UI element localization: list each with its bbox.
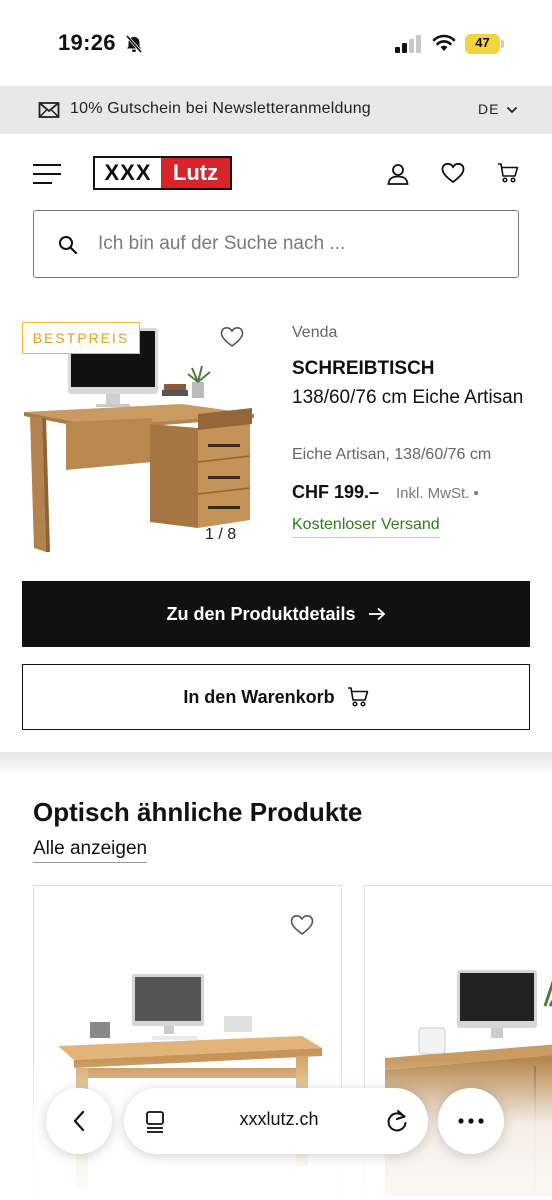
divider-shadow bbox=[0, 752, 552, 776]
battery-level: 47 bbox=[475, 35, 490, 50]
see-all-link[interactable]: Alle anzeigen bbox=[33, 838, 148, 863]
menu-icon[interactable] bbox=[32, 162, 62, 186]
reload-icon[interactable] bbox=[384, 1108, 410, 1134]
more-button[interactable] bbox=[438, 1088, 504, 1154]
tax-info: Inkl. MwSt. • bbox=[396, 485, 479, 502]
product-title: SCHREIBTISCH 138/60/76 cm Eiche Artisan bbox=[292, 354, 532, 412]
add-to-cart-button[interactable]: In den Warenkorb bbox=[22, 664, 530, 730]
product-card: BESTPREIS 1 / 8 Venda SCHREIBTISCH 138/6… bbox=[0, 300, 552, 752]
chevron-down-icon[interactable] bbox=[506, 105, 518, 115]
image-pager: 1 / 8 bbox=[205, 526, 237, 543]
product-variant: Eiche Artisan, 138/60/76 cm bbox=[292, 446, 492, 463]
heart-icon[interactable] bbox=[441, 162, 465, 184]
product-brand: Venda bbox=[292, 324, 338, 341]
cart-icon[interactable] bbox=[497, 162, 519, 184]
free-shipping-label[interactable]: Kostenloser Versand bbox=[292, 516, 440, 538]
newsletter-banner[interactable]: 10% Gutschein bei Newsletteranmeldung DE bbox=[0, 86, 552, 134]
arrow-right-icon bbox=[368, 607, 385, 621]
heart-icon[interactable] bbox=[220, 326, 244, 348]
back-icon bbox=[73, 1110, 85, 1132]
logo[interactable]: XXX Lutz bbox=[93, 156, 232, 190]
more-icon bbox=[458, 1118, 484, 1124]
user-icon[interactable] bbox=[386, 162, 410, 186]
tabs-icon[interactable] bbox=[144, 1109, 168, 1133]
search-input[interactable] bbox=[98, 212, 498, 276]
url-text[interactable]: xxxlutz.ch bbox=[204, 1109, 354, 1130]
newsletter-text: 10% Gutschein bei Newsletteranmeldung bbox=[70, 100, 371, 117]
bestpreis-badge: BESTPREIS bbox=[22, 322, 140, 354]
add-to-cart-label: In den Warenkorb bbox=[183, 686, 335, 707]
status-bar: 19:26 47 bbox=[0, 0, 552, 86]
logo-xxx: XXX bbox=[95, 158, 161, 188]
product-image[interactable] bbox=[22, 324, 262, 554]
site-header: XXX Lutz bbox=[0, 134, 552, 300]
mail-icon bbox=[38, 102, 60, 118]
product-price: CHF 199.– bbox=[292, 482, 380, 502]
search-box[interactable] bbox=[33, 210, 519, 278]
similar-products-title: Optisch ähnliche Produkte bbox=[33, 797, 363, 827]
product-details-button[interactable]: Zu den Produktdetails bbox=[22, 581, 530, 647]
product-title-strong: SCHREIBTISCH bbox=[292, 358, 435, 379]
logo-lutz: Lutz bbox=[161, 158, 230, 188]
product-details-label: Zu den Produktdetails bbox=[166, 603, 356, 624]
heart-icon[interactable] bbox=[290, 914, 314, 936]
product-title-rest: 138/60/76 cm Eiche Artisan bbox=[292, 387, 524, 408]
battery-icon: 47 bbox=[465, 34, 505, 54]
wifi-icon bbox=[432, 34, 456, 51]
address-bar[interactable]: xxxlutz.ch bbox=[124, 1088, 428, 1154]
bell-slash-icon bbox=[125, 35, 143, 53]
cart-icon bbox=[347, 687, 368, 707]
language-selector[interactable]: DE bbox=[478, 101, 499, 117]
signal-icon bbox=[395, 35, 421, 53]
search-icon bbox=[59, 236, 78, 255]
status-time: 19:26 bbox=[58, 30, 116, 55]
back-button[interactable] bbox=[46, 1088, 112, 1154]
